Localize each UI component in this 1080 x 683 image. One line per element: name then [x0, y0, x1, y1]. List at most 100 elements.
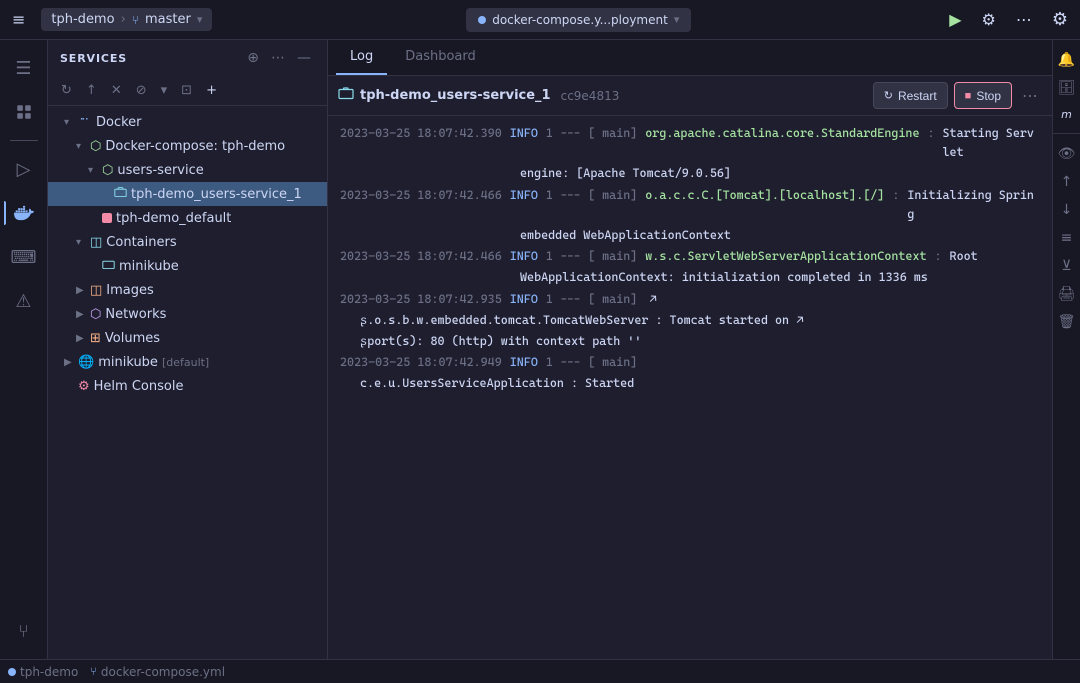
log-tabs: Log Dashboard [328, 40, 1052, 76]
tab-dashboard[interactable]: Dashboard [391, 40, 490, 75]
tree-item-helm[interactable]: ⚙ Helm Console [48, 374, 327, 398]
right-sort-icon[interactable]: ⊻ [1057, 254, 1075, 278]
helm-icon: ⚙ [78, 379, 90, 394]
compose-chevron-icon: ▾ [76, 141, 90, 152]
restart-button[interactable]: ↻ Restart [873, 82, 948, 109]
activity-git-icon[interactable]: ⑂ [4, 611, 44, 651]
right-db-icon[interactable]: 🗄 [1054, 76, 1080, 100]
right-down-icon[interactable]: ↓ [1057, 198, 1077, 222]
tree-item-networks[interactable]: ▶ ⬡ Networks [48, 302, 327, 326]
right-cursor-icon[interactable]: m [1057, 104, 1076, 125]
status-bar: tph-demo ⑂ docker-compose.yml [0, 659, 1080, 683]
play-icon[interactable]: ▶ [945, 6, 965, 33]
tab-log[interactable]: Log [336, 40, 387, 75]
branch-chevron-icon: ▾ [197, 13, 203, 26]
log-line-4: embedded WebApplicationContext [340, 226, 1040, 245]
minikube-container-icon [102, 258, 115, 275]
activity-menu-icon[interactable]: ☰ [4, 48, 44, 88]
log-more-button[interactable]: ⋯ [1018, 82, 1042, 109]
status-file-icon: ⑂ [90, 665, 97, 678]
tree-item-volumes[interactable]: ▶ ⊞ Volumes [48, 326, 327, 350]
sidebar-header: Services ⊕ ⋯ — [48, 40, 327, 76]
container-1-label: tph-demo_users-service_1 [131, 187, 302, 202]
log-line-11: c.e.u.UsersServiceApplication : Started [340, 374, 1040, 393]
compose-label: Docker-compose: tph-demo [105, 139, 285, 154]
images-tree-icon: ◫ [90, 283, 102, 298]
helm-label: Helm Console [94, 379, 184, 394]
status-dot-icon [8, 668, 16, 676]
main-content: Log Dashboard tph-demo_users-service_1 c… [328, 40, 1052, 659]
tree-item-containers[interactable]: ▾ ◫ Containers [48, 230, 327, 254]
refresh-icon[interactable]: ↻ [56, 80, 77, 101]
volumes-label: Volumes [105, 331, 160, 346]
activity-terminal-icon[interactable]: ⌨ [4, 237, 44, 277]
right-up-icon[interactable]: ↑ [1057, 170, 1077, 194]
right-trash-icon[interactable]: 🗑 [1054, 310, 1080, 334]
log-content[interactable]: 2023-03-25 18:07:42.390 INFO 1 --- [ mai… [328, 116, 1052, 659]
tree-item-images[interactable]: ▶ ◫ Images [48, 278, 327, 302]
log-line-9: ʂport(s): 80 (http) with context path '' [340, 332, 1040, 351]
main-layout: ☰ ▷ ⌨ ⚠ ⑂ Services ⊕ ⋯ — ↻ ↑ ✕ ⊘ ▾ [0, 40, 1080, 659]
volumes-chevron-icon: ▶ [76, 333, 90, 344]
right-bar-divider [1053, 133, 1080, 134]
add-service-icon[interactable]: + [201, 80, 222, 101]
tree-item-docker[interactable]: ▾ Docker [48, 110, 327, 134]
more-options-icon[interactable]: ⋯ [1012, 6, 1036, 33]
file-name: docker-compose.y...ployment [492, 13, 668, 27]
sidebar-add-icon[interactable]: ⊕ [243, 48, 263, 68]
images-chevron-icon: ▶ [76, 285, 90, 296]
title-bar: ≡ tph-demo › ⑂ master ▾ docker-compose.y… [0, 0, 1080, 40]
tree-item-minikube-container[interactable]: minikube [48, 254, 327, 278]
activity-explorer-icon[interactable] [4, 92, 44, 132]
tree-item-minikube-node[interactable]: ▶ 🌐 minikube [default] [48, 350, 327, 374]
activity-docker-icon[interactable] [4, 193, 44, 233]
sidebar-title: Services [60, 52, 127, 65]
repo-branch-selector[interactable]: tph-demo › ⑂ master ▾ [41, 8, 212, 31]
activity-run-icon[interactable]: ▷ [4, 149, 44, 189]
right-list-icon[interactable]: ≡ [1057, 226, 1077, 250]
log-toolbar: tph-demo_users-service_1 cc9e4813 ↻ Rest… [328, 76, 1052, 116]
minikube-suffix: [default] [162, 356, 209, 369]
docker-chevron-icon: ▾ [64, 117, 78, 128]
tree-item-compose[interactable]: ▾ ⬡ Docker-compose: tph-demo [48, 134, 327, 158]
stop-button[interactable]: ■ Stop [954, 82, 1012, 109]
status-file[interactable]: ⑂ docker-compose.yml [90, 665, 225, 679]
right-eye-icon[interactable]: 👁 [1054, 142, 1080, 166]
log-line-7: 2023-03-25 18:07:42.935 INFO 1 --- [ mai… [340, 290, 1040, 309]
log-line-2: engine: [Apache Tomcat/9.0.56] [340, 164, 1040, 183]
stop-icon: ■ [965, 90, 972, 102]
minikube-container-label: minikube [119, 259, 179, 274]
settings-icon[interactable]: ⚙ [978, 6, 1000, 33]
sidebar-collapse-icon[interactable]: — [293, 48, 315, 68]
gear-icon[interactable]: ⚙ [1048, 5, 1072, 34]
sidebar: Services ⊕ ⋯ — ↻ ↑ ✕ ⊘ ▾ ⊡ + ▾ Docker [48, 40, 328, 659]
tree-item-default-network[interactable]: tph-demo_default [48, 206, 327, 230]
containers-tree-icon: ◫ [90, 235, 102, 250]
container-1-icon [114, 186, 127, 203]
right-print-icon[interactable]: 🖨 [1054, 282, 1080, 306]
file-tab[interactable]: docker-compose.y...ployment ▾ [466, 8, 691, 32]
close-icon[interactable]: ✕ [106, 80, 127, 101]
default-network-label: tph-demo_default [116, 211, 231, 226]
tree-item-users-service[interactable]: ▾ ⬡ users-service [48, 158, 327, 182]
log-line-3: 2023-03-25 18:07:42.466 INFO 1 --- [ mai… [340, 186, 1040, 224]
users-service-icon: ⬡ [102, 163, 113, 178]
status-repo[interactable]: tph-demo [8, 665, 78, 679]
sidebar-more-icon[interactable]: ⋯ [267, 48, 289, 68]
activity-alert-icon[interactable]: ⚠ [4, 281, 44, 321]
file-chevron-icon: ▾ [674, 13, 680, 26]
log-line-10: 2023-03-25 18:07:42.949 INFO 1 --- [ mai… [340, 353, 1040, 372]
containers-label: Containers [106, 235, 176, 250]
minikube-node-label: minikube [98, 355, 158, 370]
filter-icon[interactable]: ⊘ [131, 80, 152, 101]
menu-icon[interactable]: ≡ [8, 6, 29, 33]
tree-item-container-1[interactable]: tph-demo_users-service_1 [48, 182, 327, 206]
add-container-icon[interactable]: ⊡ [176, 80, 197, 101]
collapse-all-icon[interactable]: ↑ [81, 80, 102, 101]
filter-dropdown-icon[interactable]: ▾ [156, 80, 173, 101]
right-bar: 🔔 🗄 m 👁 ↑ ↓ ≡ ⊻ 🖨 🗑 [1052, 40, 1080, 659]
right-bell-icon[interactable]: 🔔 [1054, 48, 1079, 72]
default-network-status-icon [102, 213, 112, 223]
container-badge: tph-demo_users-service_1 cc9e4813 [338, 86, 619, 106]
activity-bar-bottom: ⑂ [4, 611, 44, 651]
